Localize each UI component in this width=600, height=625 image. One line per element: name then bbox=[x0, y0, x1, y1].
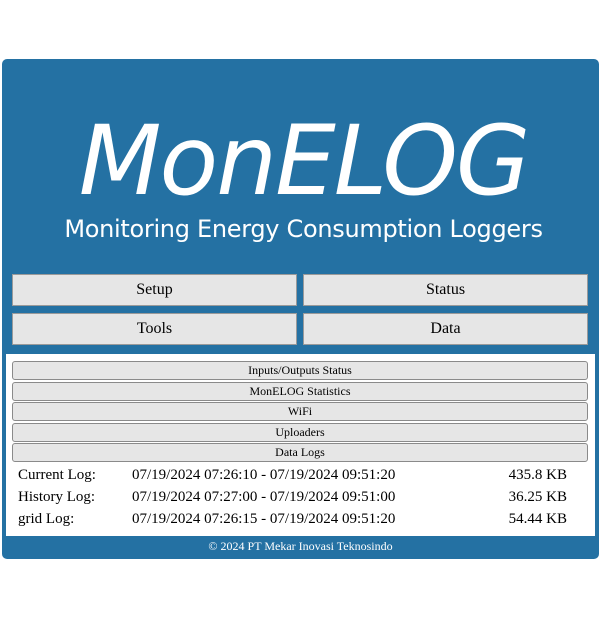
inputs-outputs-status-button[interactable]: Inputs/Outputs Status bbox=[12, 361, 588, 380]
log-row-history: History Log: 07/19/2024 07:27:00 - 07/19… bbox=[6, 487, 595, 507]
uploaders-button[interactable]: Uploaders bbox=[12, 423, 588, 442]
logo-title: MonELOG bbox=[78, 105, 531, 217]
setup-button[interactable]: Setup bbox=[12, 274, 297, 306]
log-name: Current Log: bbox=[18, 467, 96, 483]
data-button[interactable]: Data bbox=[303, 313, 588, 345]
app-frame: MonELOG Monitoring Energy Consumption Lo… bbox=[2, 59, 599, 559]
content-panel: Inputs/Outputs Status MonELOG Statistics… bbox=[6, 354, 595, 536]
log-name: History Log: bbox=[18, 489, 96, 505]
tools-button[interactable]: Tools bbox=[12, 313, 297, 345]
log-range: 07/19/2024 07:26:15 - 07/19/2024 09:51:2… bbox=[132, 511, 396, 527]
log-size: 36.25 KB bbox=[508, 489, 567, 505]
log-range: 07/19/2024 07:27:00 - 07/19/2024 09:51:0… bbox=[132, 489, 396, 505]
logo-subtitle: Monitoring Energy Consumption Loggers bbox=[64, 215, 543, 243]
log-range: 07/19/2024 07:26:10 - 07/19/2024 09:51:2… bbox=[132, 467, 396, 483]
data-logs-button[interactable]: Data Logs bbox=[12, 443, 588, 462]
logo: MonELOG Monitoring Energy Consumption Lo… bbox=[2, 59, 599, 269]
wifi-button[interactable]: WiFi bbox=[12, 402, 588, 421]
log-row-grid: grid Log: 07/19/2024 07:26:15 - 07/19/20… bbox=[6, 509, 595, 529]
status-button[interactable]: Status bbox=[303, 274, 588, 306]
footer: © 2024 PT Mekar Inovasi Teknosindo bbox=[208, 539, 393, 553]
log-name: grid Log: bbox=[18, 511, 75, 527]
log-size: 435.8 KB bbox=[508, 467, 567, 483]
monelog-statistics-button[interactable]: MonELOG Statistics bbox=[12, 382, 588, 401]
log-size: 54.44 KB bbox=[508, 511, 567, 527]
log-row-current: Current Log: 07/19/2024 07:26:10 - 07/19… bbox=[6, 465, 595, 485]
